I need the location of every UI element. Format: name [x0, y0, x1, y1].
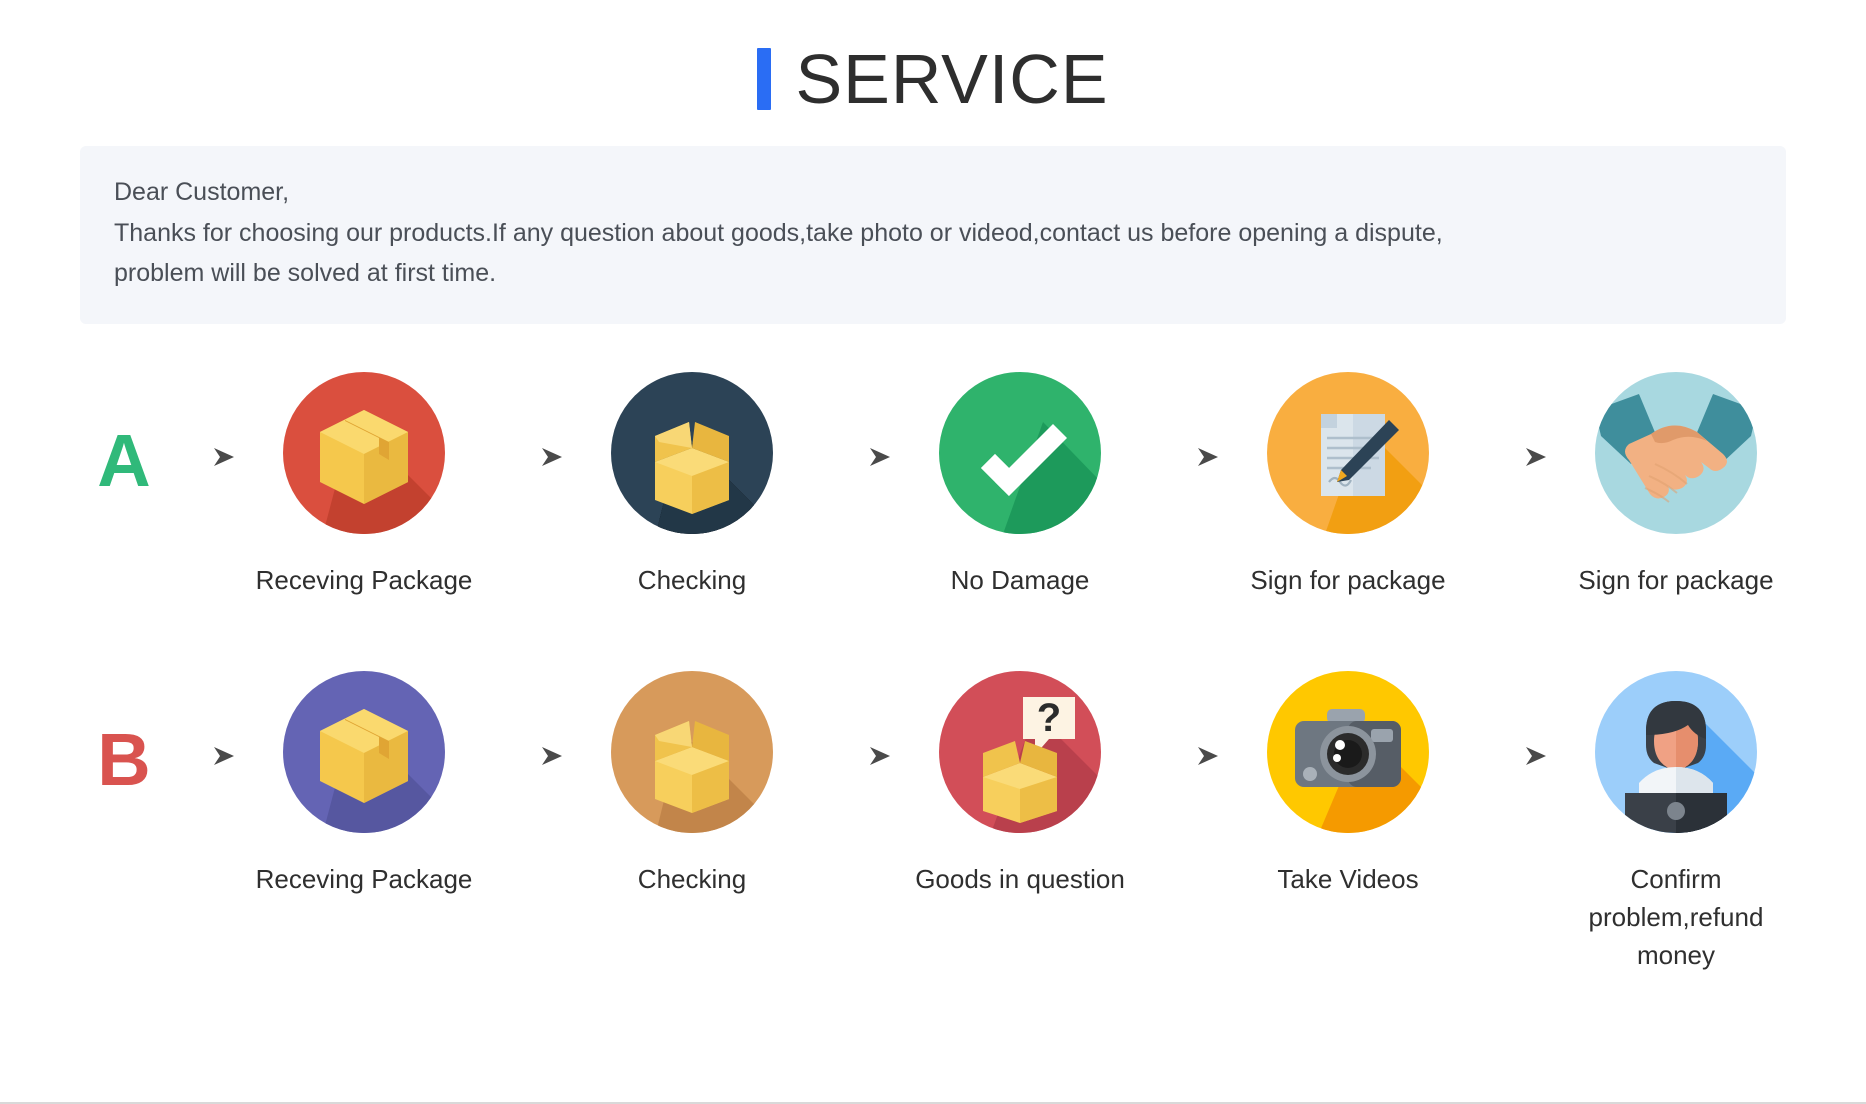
flow-step: Sign for package: [1232, 371, 1464, 600]
step-label: Checking: [637, 864, 747, 895]
notice-line-2: Thanks for choosing our products.If any …: [114, 218, 1443, 247]
camera-icon: [1267, 671, 1429, 834]
arrow-icon: [808, 671, 904, 841]
flow-step: ? Goods in question: [904, 671, 1136, 899]
title-text: SERVICE: [795, 40, 1109, 118]
flow-step: Sign for package: [1560, 371, 1792, 600]
step-label: Sign for package: [1250, 564, 1446, 595]
open-box-icon: [611, 371, 773, 534]
document-pen-icon: [1267, 371, 1429, 534]
flow-step: Checking: [576, 671, 808, 899]
flow-step: No Damage: [904, 371, 1136, 600]
page-title: SERVICE: [0, 0, 1866, 114]
customer-notice-box: Dear Customer, Thanks for choosing our p…: [80, 146, 1786, 324]
checkmark-icon: [939, 371, 1101, 534]
svg-text:?: ?: [1037, 696, 1061, 740]
arrow-icon: [1464, 372, 1560, 542]
question-box-icon: ?: [939, 671, 1101, 834]
arrow-icon: [152, 372, 248, 542]
closed-package-icon: [283, 671, 445, 834]
step-label: Confirm problem,refund money: [1588, 864, 1764, 970]
flow-step: Receving Package: [248, 371, 480, 600]
step-label: Receving Package: [255, 564, 473, 595]
step-label: No Damage: [950, 564, 1090, 595]
flow-badge-b: B: [97, 718, 151, 802]
step-label: Sign for package: [1578, 564, 1774, 595]
open-box-icon: [611, 671, 773, 834]
arrow-icon: [152, 671, 248, 841]
step-label: Goods in question: [915, 864, 1125, 895]
step-label: Checking: [637, 564, 747, 595]
arrow-icon: [480, 671, 576, 841]
flow-step: Receving Package: [248, 671, 480, 899]
step-label: Take Videos: [1277, 864, 1419, 895]
flow-step: Checking: [576, 371, 808, 600]
flow-step: Take Videos: [1232, 671, 1464, 899]
service-page: SERVICE Dear Customer, Thanks for choosi…: [0, 0, 1866, 1104]
support-agent-icon: [1595, 671, 1757, 834]
flow-row-b: B Receving Package Checking ? Goods in q…: [0, 671, 1866, 974]
arrow-icon: [1136, 372, 1232, 542]
flow-row-a: A Receving Package Checking No Damage Si…: [0, 371, 1866, 600]
handshake-icon: [1595, 371, 1757, 534]
flow-badge-a: A: [97, 418, 151, 502]
closed-package-icon: [283, 371, 445, 534]
arrow-icon: [808, 372, 904, 542]
step-label: Receving Package: [255, 864, 473, 895]
arrow-icon: [1464, 671, 1560, 841]
title-accent-bar: [757, 48, 772, 110]
arrow-icon: [1136, 671, 1232, 841]
notice-line-1: Dear Customer,: [114, 178, 290, 206]
notice-line-3: problem will be solved at first time.: [114, 259, 497, 287]
arrow-icon: [480, 372, 576, 542]
flow-step: Confirm problem,refund money: [1560, 671, 1792, 974]
